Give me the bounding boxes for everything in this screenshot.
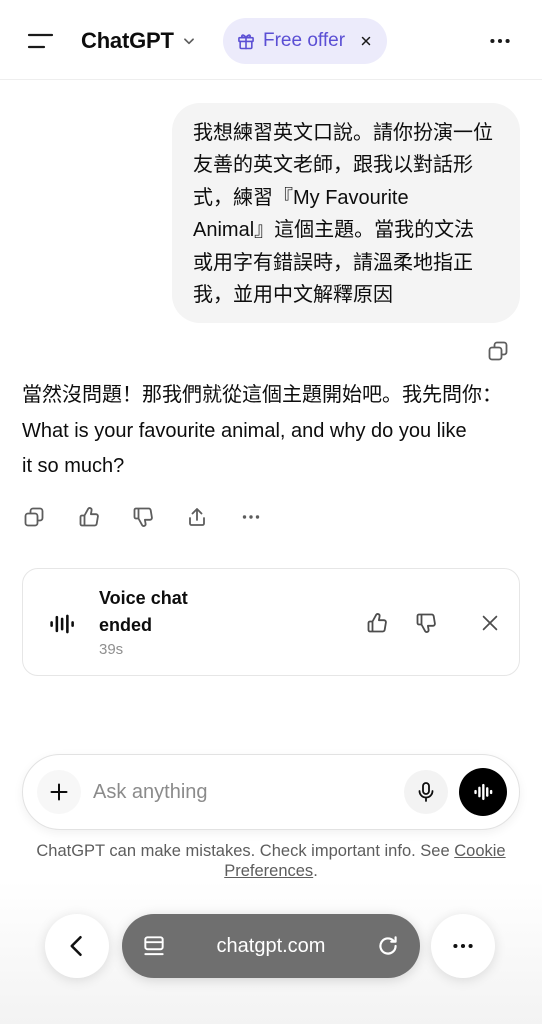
voice-mode-icon <box>474 783 493 801</box>
reload-button[interactable] <box>370 928 406 964</box>
copy-response-button[interactable] <box>18 501 50 533</box>
more-actions-button[interactable] <box>235 501 267 533</box>
free-offer-label[interactable]: Free offer <box>263 30 345 52</box>
tabs-button[interactable] <box>136 928 172 964</box>
assistant-message-line: it so much? <box>22 455 125 477</box>
assistant-message: 當然沒問題！那我們就從這個主題開始吧。我先問你： What is your fa… <box>22 378 522 485</box>
copy-icon <box>488 341 508 361</box>
close-icon <box>482 615 498 631</box>
tabs-icon <box>144 936 164 956</box>
user-message-line: Animal』這個主題。當我的文法 <box>193 219 475 242</box>
thumbs-up-icon <box>79 507 99 527</box>
dismiss-offer-button[interactable] <box>354 18 378 64</box>
user-message-line: 式，練習『My Favourite <box>193 186 409 209</box>
thumbs-down-icon <box>133 507 153 527</box>
voice-mode-button[interactable] <box>459 768 507 816</box>
good-response-button[interactable] <box>73 501 105 533</box>
menu-icon <box>27 33 54 49</box>
disclaimer-text: ChatGPT can make mistakes. Check importa… <box>36 842 450 860</box>
ellipsis-icon <box>242 515 260 519</box>
plus-icon <box>50 783 68 801</box>
user-message-line: 友善的英文老師，跟我以對話形 <box>193 154 473 177</box>
reload-icon <box>379 936 397 955</box>
thumbs-down-icon <box>416 613 436 633</box>
menu-button[interactable] <box>20 21 60 61</box>
voice-chat-status: Voice chat ended <box>99 587 188 635</box>
voice-chat-duration: 39s <box>99 641 124 658</box>
voice-chat-bad-button[interactable] <box>408 605 444 641</box>
chevron-down-icon <box>183 38 194 45</box>
more-options-button[interactable] <box>484 25 516 57</box>
microphone-icon <box>418 782 434 802</box>
user-message-bubble: 我想練習英文口說。請你扮演一位 友善的英文老師，跟我以對話形 式，練習『My F… <box>172 103 520 323</box>
copy-icon <box>24 507 44 527</box>
share-button[interactable] <box>181 501 213 533</box>
copy-user-message-button[interactable] <box>482 335 514 367</box>
assistant-message-line: 當然沒問題！那我們就從這個主題開始吧。我先問你： <box>22 384 502 406</box>
voice-chat-good-button[interactable] <box>359 605 395 641</box>
ellipsis-icon <box>453 943 473 949</box>
dictate-button[interactable] <box>404 770 448 814</box>
address-url[interactable]: chatgpt.com <box>192 914 350 978</box>
model-selector[interactable]: ChatGPT <box>76 24 201 58</box>
ellipsis-icon <box>490 38 510 44</box>
header-divider <box>0 79 542 80</box>
address-bar[interactable]: chatgpt.com <box>122 914 420 978</box>
app-title: ChatGPT <box>81 28 174 53</box>
free-offer-pill[interactable]: Free offer <box>223 18 387 64</box>
user-message-line: 或用字有錯誤時，請溫柔地指正 <box>193 251 473 274</box>
disclaimer-suffix: . <box>313 862 318 880</box>
message-input[interactable] <box>93 776 398 808</box>
assistant-message-line: What is your favourite animal, and why d… <box>22 419 467 442</box>
add-attachment-button[interactable] <box>37 770 81 814</box>
gift-icon <box>238 34 254 50</box>
browser-back-button[interactable] <box>45 914 109 978</box>
browser-more-button[interactable] <box>431 914 495 978</box>
disclaimer: ChatGPT can make mistakes. Check importa… <box>22 841 520 881</box>
thumbs-up-icon <box>367 613 387 633</box>
user-message-line: 我，並用中文解釋原因 <box>193 284 393 307</box>
user-message-line: 我想練習英文口說。請你扮演一位 <box>193 122 493 144</box>
dismiss-voice-card-button[interactable] <box>472 605 508 641</box>
message-composer <box>22 754 520 830</box>
close-icon <box>361 36 371 46</box>
chevron-left-icon <box>70 935 82 957</box>
share-icon <box>189 508 205 526</box>
bad-response-button[interactable] <box>127 501 159 533</box>
voice-chat-card: Voice chat ended 39s <box>22 568 520 676</box>
waveform-icon <box>50 614 74 634</box>
